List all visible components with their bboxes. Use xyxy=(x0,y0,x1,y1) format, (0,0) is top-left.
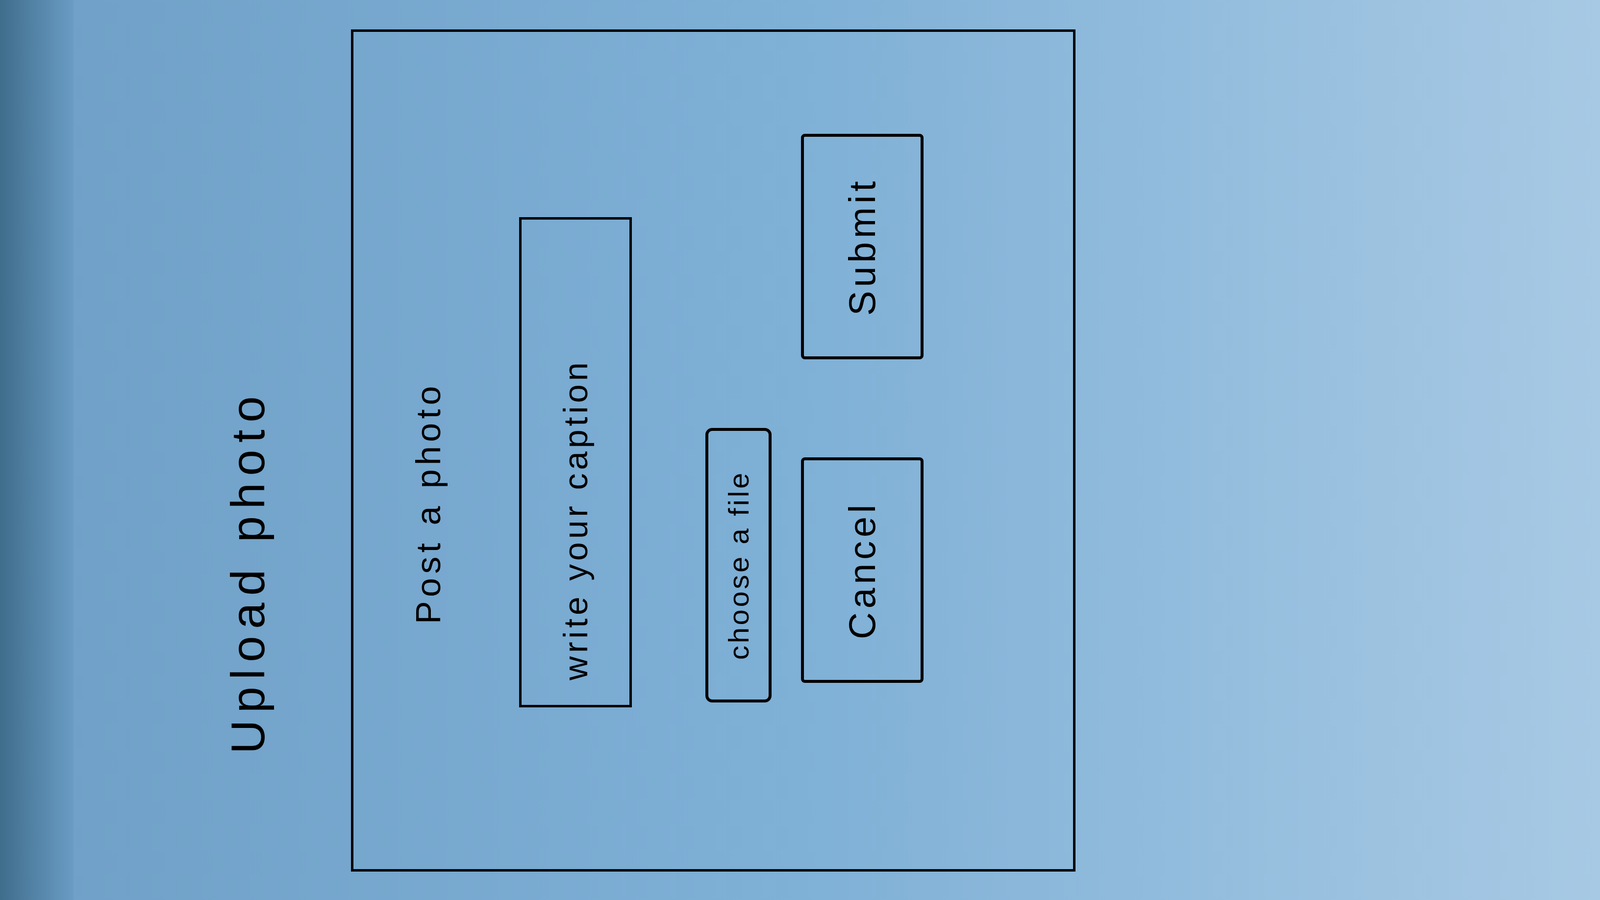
table-edge xyxy=(0,0,74,900)
caption-field[interactable]: write your caption xyxy=(519,217,632,708)
dialog-title: Post a photo xyxy=(353,31,451,870)
sketch-photo: Upload photo Post a photo write your capti… xyxy=(0,0,1600,900)
action-button[interactable]: Cancel xyxy=(800,457,924,683)
choose-file-button[interactable]: choose a file xyxy=(705,427,772,703)
action-button[interactable]: Submit xyxy=(800,133,924,360)
page-title: Upload photo xyxy=(208,18,278,882)
dialog-box: Post a photo write your caption choose a f… xyxy=(350,29,1076,872)
action-buttons: Cancel Submit xyxy=(800,31,983,683)
sketch-sheet: Upload photo Post a photo write your capti… xyxy=(208,18,1101,882)
caption-placeholder: write your caption xyxy=(550,359,601,681)
